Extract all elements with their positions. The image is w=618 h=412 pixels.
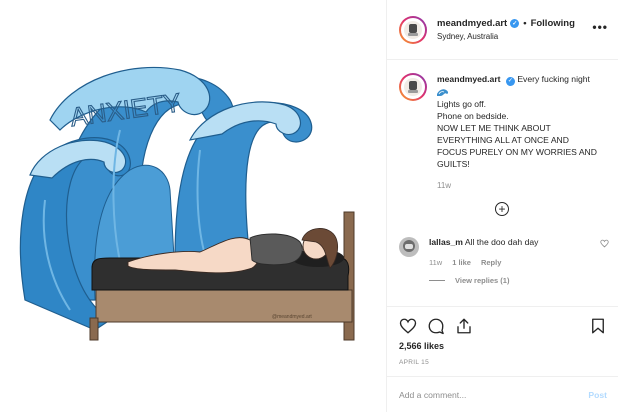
add-comment-input[interactable]	[399, 389, 589, 400]
post-date[interactable]: APRIL 15	[399, 359, 607, 366]
comment-likes[interactable]: 1 like	[452, 258, 471, 267]
caption-line: GUILTS!	[437, 158, 470, 169]
replies-divider	[429, 280, 445, 281]
post-sidebar: meandmyed.art ✓ • Following Sydney, Aust…	[386, 0, 618, 412]
author-username[interactable]: meandmyed.art	[437, 18, 507, 29]
comment-bubble-icon[interactable]	[427, 317, 445, 335]
caption-line: NOW LET ME THINK ABOUT	[437, 122, 551, 133]
likes-count[interactable]: 2,566 likes	[399, 341, 607, 351]
post-location[interactable]: Sydney, Australia	[437, 32, 592, 41]
post-caption: meandmyed.art ✓ Every fucking night Ligh…	[399, 73, 607, 192]
add-comment-bar: Post	[387, 376, 618, 412]
comments-section: meandmyed.art ✓ Every fucking night Ligh…	[387, 61, 618, 306]
post-actions: 2,566 likes APRIL 15	[387, 306, 618, 366]
comment-text: All the doo dah day	[464, 237, 539, 247]
load-more-comments-button[interactable]: +	[495, 202, 509, 216]
caption-first-line: Every fucking night	[517, 74, 590, 84]
caption-timestamp[interactable]: 11w	[437, 180, 607, 192]
watermark-text: @meandmyed.art	[272, 314, 312, 320]
view-replies-label: View replies (1)	[455, 276, 510, 285]
verified-badge-icon: ✓	[505, 76, 515, 86]
comment-like-heart-icon[interactable]	[600, 239, 609, 248]
post-image[interactable]: ANXIETY @meandmyed.art	[0, 0, 386, 412]
instagram-post: ANXIETY @meandmyed.art meandmyed.art ✓ •…	[0, 0, 618, 412]
caption-line: FOCUS PURELY ON MY WORRIES AND	[437, 146, 597, 157]
caption-line: EVERYTHING ALL AT ONCE AND	[437, 134, 569, 145]
author-avatar[interactable]	[399, 15, 427, 44]
view-replies-button[interactable]: View replies (1)	[429, 276, 609, 285]
post-header: meandmyed.art ✓ • Following Sydney, Aust…	[387, 0, 618, 60]
following-button[interactable]: Following	[531, 18, 575, 29]
wave-emoji-icon	[437, 88, 449, 96]
plus-icon: +	[498, 202, 506, 216]
share-icon[interactable]	[455, 317, 473, 335]
commenter-avatar[interactable]	[399, 237, 419, 257]
bookmark-icon[interactable]	[589, 317, 607, 335]
comment-item: lallas_m All the doo dah day 11w 1 like …	[399, 237, 609, 285]
caption-line: Phone on bedside.	[437, 110, 509, 121]
post-comment-button[interactable]: Post	[588, 390, 607, 400]
like-heart-icon[interactable]	[399, 317, 417, 335]
caption-line: Lights go off.	[437, 98, 487, 109]
caption-avatar[interactable]	[399, 73, 427, 101]
more-options-icon[interactable]: •••	[592, 20, 608, 40]
reply-button[interactable]: Reply	[481, 258, 501, 267]
comment-timestamp[interactable]: 11w	[429, 258, 442, 267]
anxiety-wave-illustration: ANXIETY @meandmyed.art	[19, 66, 355, 341]
caption-username[interactable]: meandmyed.art	[437, 74, 501, 84]
verified-badge-icon: ✓	[510, 19, 520, 28]
header-separator: •	[523, 18, 527, 29]
commenter-username[interactable]: lallas_m	[429, 237, 463, 247]
